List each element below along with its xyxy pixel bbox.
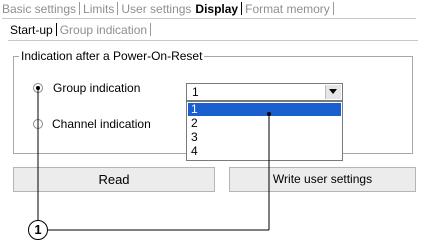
- callout-number-marker: 1: [28, 220, 48, 240]
- callout-dot: [267, 112, 271, 116]
- callout-lines: [37, 88, 271, 231]
